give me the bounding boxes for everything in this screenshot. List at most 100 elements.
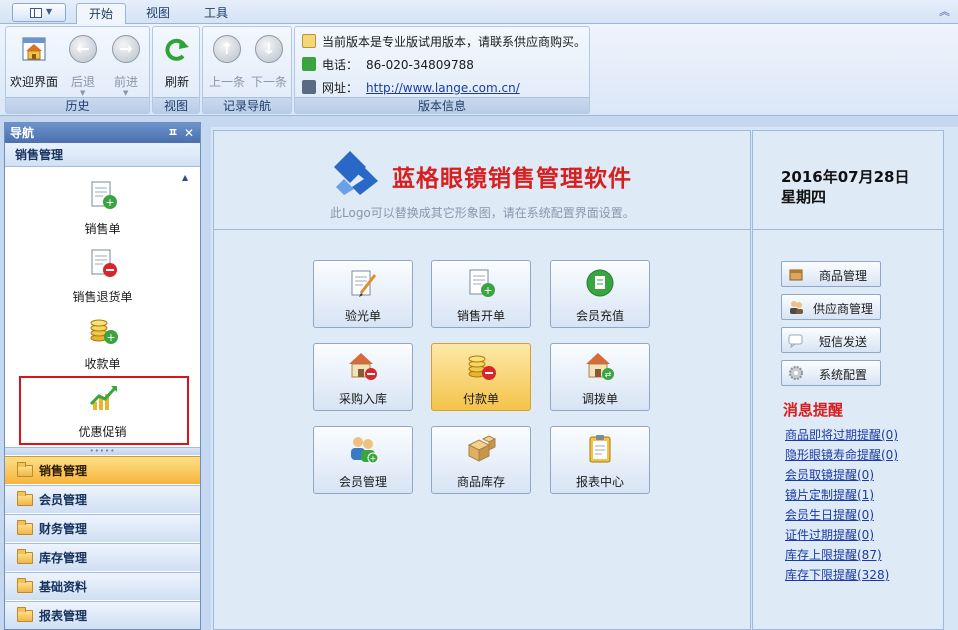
members-icon: +	[351, 437, 379, 464]
nav-category-basic-data[interactable]: 基础资料	[5, 572, 200, 600]
function-label: 验光单	[344, 309, 381, 323]
tab-view[interactable]: 视图	[136, 3, 180, 25]
back-arrow-icon: ←	[69, 35, 97, 63]
nav-item-selection-highlight	[19, 376, 189, 445]
next-record-label: 下一条	[250, 75, 287, 89]
product-management-button[interactable]: 商品管理	[781, 261, 881, 287]
system-config-button[interactable]: 系统配置	[781, 360, 881, 386]
chevron-down-icon: ▼	[123, 89, 129, 97]
nav-splitter[interactable]: •••••	[5, 447, 200, 455]
main-content: 蓝格眼镜销售管理软件 此Logo可以替换成其它形象图，请在系统配置界面设置。 2…	[211, 127, 958, 630]
version-phone: 电话： 86-020-34809788	[302, 56, 474, 73]
message-link-lens-custom[interactable]: 镜片定制提醒(1)	[785, 486, 874, 503]
scroll-up-icon[interactable]: ▲	[182, 173, 188, 182]
current-weekday: 星期四	[781, 188, 827, 206]
forward-button[interactable]: → 前进 ▼	[104, 33, 148, 97]
app-menu-button[interactable]: ▼	[12, 3, 66, 22]
nav-category-finance[interactable]: 财务管理	[5, 514, 200, 542]
chevron-down-icon: ▼	[46, 7, 53, 16]
company-logo-icon	[334, 151, 378, 195]
nav-header: 导航 ㅍ ✕	[5, 123, 200, 143]
message-link-member-birthday[interactable]: 会员生日提醒(0)	[785, 506, 874, 523]
forward-label: 前进	[113, 75, 138, 89]
tab-tools[interactable]: 工具	[194, 3, 238, 25]
member-recharge-icon	[586, 269, 614, 297]
collapse-ribbon-icon[interactable]: ︽	[939, 3, 950, 19]
svg-text:+: +	[105, 196, 114, 209]
pin-icon[interactable]: ㅍ	[168, 123, 178, 143]
function-label: 销售开单	[456, 309, 505, 323]
folder-icon	[17, 549, 33, 564]
nav-item-sales-order[interactable]: + 销售单	[45, 179, 160, 241]
home-icon	[22, 37, 46, 61]
version-site: 网址： http://www.lange.com.cn/	[302, 79, 520, 96]
refresh-button[interactable]: 刷新	[155, 33, 199, 95]
close-icon[interactable]: ✕	[184, 123, 194, 143]
folder-icon	[17, 491, 33, 506]
product-inventory-button[interactable]: 商品库存	[431, 426, 531, 494]
up-arrow-icon: ↑	[213, 35, 241, 63]
phone-icon	[302, 57, 316, 71]
date-panel: 2016年07月28日 星期四	[752, 130, 944, 230]
nav-category-reports[interactable]: 报表管理	[5, 601, 200, 629]
nav-category-member[interactable]: 会员管理	[5, 485, 200, 513]
ribbon-group-version: 当前版本是专业版试用版本，请联系供应商购买。 电话： 86-020-3480978…	[294, 26, 590, 114]
sms-send-button[interactable]: 短信发送	[781, 327, 881, 353]
sales-order-icon: +	[91, 181, 117, 209]
prescription-icon	[351, 270, 377, 297]
message-link-stock-lower[interactable]: 库存下限提醒(328)	[785, 566, 889, 583]
side-panel: 商品管理 供应商管理 短信发送 系统配置 消息提醒 商品即将过期提醒(0) 隐形…	[752, 230, 944, 630]
nav-category-inventory[interactable]: 库存管理	[5, 543, 200, 571]
transfer-button[interactable]: ⇄ 调拨单	[550, 343, 650, 411]
svg-text:⇄: ⇄	[605, 370, 612, 379]
member-recharge-button[interactable]: 会员充值	[550, 260, 650, 328]
tab-start[interactable]: 开始	[76, 3, 126, 25]
message-link-contact-lens-life[interactable]: 隐形眼镜寿命提醒(0)	[785, 446, 898, 463]
forward-arrow-icon: →	[112, 35, 140, 63]
logo-panel: 蓝格眼镜销售管理软件 此Logo可以替换成其它形象图，请在系统配置界面设置。	[213, 130, 751, 230]
nav-item-receipt[interactable]: + 收款单	[45, 314, 160, 376]
nav-item-label: 销售退货单	[72, 290, 133, 304]
side-button-label: 商品管理	[818, 269, 867, 283]
nav-category-label: 财务管理	[39, 522, 88, 536]
prescription-button[interactable]: 验光单	[313, 260, 413, 328]
svg-text:+: +	[370, 454, 377, 463]
site-link[interactable]: http://www.lange.com.cn/	[366, 81, 520, 95]
nav-item-label: 收款单	[84, 357, 121, 371]
nav-category-sales[interactable]: 销售管理	[5, 456, 200, 484]
ribbon-tab-bar: ▼ 开始 视图 工具 ︽	[0, 0, 958, 25]
nav-category-label: 库存管理	[39, 551, 88, 565]
welcome-button[interactable]: 欢迎界面	[10, 33, 58, 95]
message-link-id-expiry[interactable]: 证件过期提醒(0)	[785, 526, 874, 543]
purchase-inbound-button[interactable]: 采购入库	[313, 343, 413, 411]
group-label-history: 历史	[6, 97, 149, 113]
function-label: 会员管理	[338, 475, 387, 489]
nav-item-sales-return[interactable]: 销售退货单	[45, 247, 160, 309]
back-button[interactable]: ← 后退 ▼	[61, 33, 105, 97]
report-center-button[interactable]: 报表中心	[550, 426, 650, 494]
boxes-icon	[467, 435, 497, 462]
svg-text:+: +	[483, 284, 492, 297]
nav-header-title: 导航	[10, 126, 35, 140]
refresh-label: 刷新	[164, 75, 189, 89]
home-icon	[302, 80, 316, 94]
member-management-button[interactable]: + 会员管理	[313, 426, 413, 494]
navigation-pane: 导航 ㅍ ✕ 销售管理 ▲ + 销售单 销售退货单 + 收款单 优惠促销 •••…	[4, 122, 201, 630]
site-label: 网址：	[322, 81, 359, 95]
sms-bubble-icon	[788, 334, 803, 348]
supplier-management-button[interactable]: 供应商管理	[781, 294, 881, 320]
receipt-coins-icon: +	[90, 319, 118, 344]
logo-hint: 此Logo可以替换成其它形象图，请在系统配置界面设置。	[330, 206, 635, 220]
group-label-record-nav: 记录导航	[203, 97, 291, 113]
function-label: 付款单	[462, 392, 499, 406]
message-link-member-pickup[interactable]: 会员取镜提醒(0)	[785, 466, 874, 483]
message-link-expiring-products[interactable]: 商品即将过期提醒(0)	[785, 426, 898, 443]
transfer-house-icon: ⇄	[586, 353, 614, 380]
app-menu-icon	[30, 8, 42, 18]
sales-billing-button[interactable]: + 销售开单	[431, 260, 531, 328]
next-record-button[interactable]: ↓ 下一条	[247, 33, 291, 95]
payment-button[interactable]: 付款单	[431, 343, 531, 411]
software-title: 蓝格眼镜销售管理软件	[392, 166, 632, 192]
function-label: 报表中心	[575, 475, 624, 489]
message-link-stock-upper[interactable]: 库存上限提醒(87)	[785, 546, 882, 563]
